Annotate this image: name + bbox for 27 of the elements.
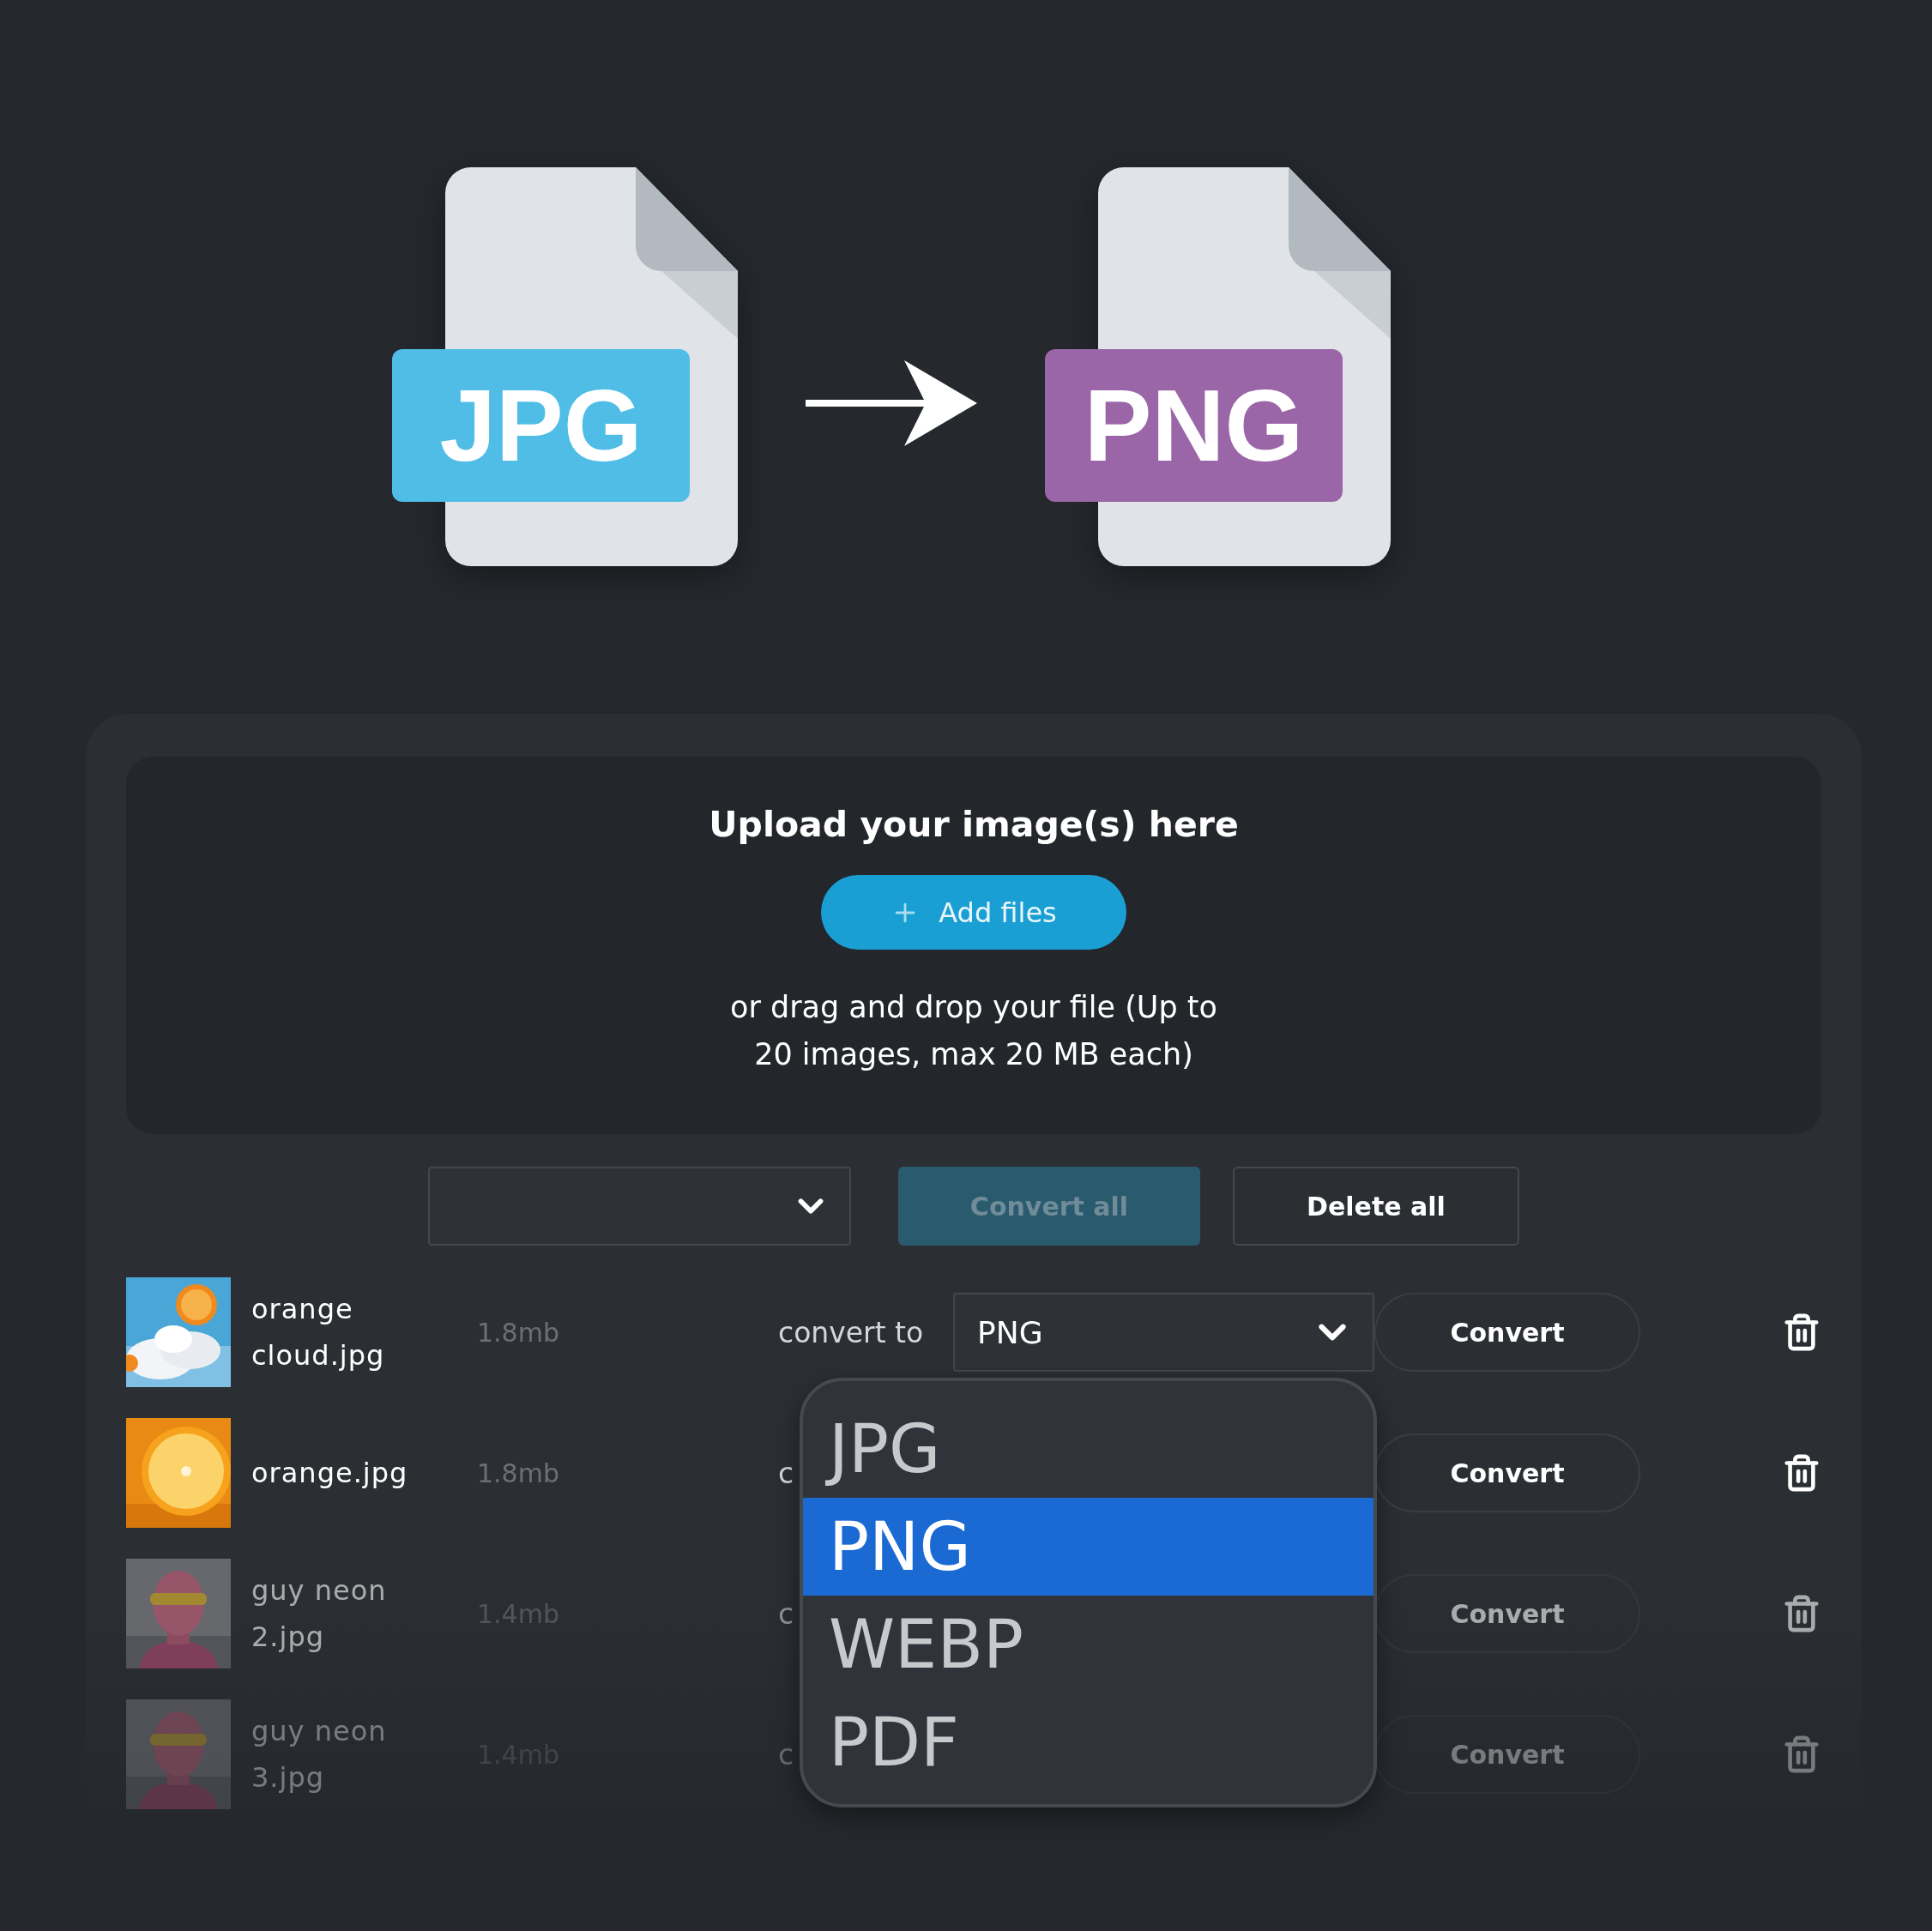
drop-zone[interactable]: Upload your image(s) here Add files or drag and drop your file (Up to 20 images, max 20 MB each) (126, 757, 1821, 1134)
menu-option[interactable]: WEBP (803, 1596, 1374, 1693)
trash-icon[interactable] (1782, 1312, 1821, 1352)
file-name: guy neon 3.jpg (251, 1714, 388, 1795)
file-name: orange.jpg (251, 1456, 409, 1491)
file-size: 1.8mb (477, 1317, 560, 1348)
trash-icon[interactable] (1782, 1453, 1821, 1493)
menu-option[interactable]: PDF (803, 1693, 1374, 1791)
arrow-icon (806, 360, 977, 446)
convert-label: convert to (777, 1315, 924, 1349)
format-select[interactable]: PNG (953, 1293, 1374, 1372)
menu-option[interactable]: JPG (803, 1400, 1374, 1498)
convert-label: c (777, 1737, 794, 1771)
format-badge: PNG (1045, 349, 1343, 502)
format-badge: JPG (392, 349, 690, 502)
drop-hint: 20 images, max 20 MB each) (753, 1036, 1194, 1073)
upload-title: Upload your image(s) here (709, 804, 1239, 845)
convert-button[interactable]: Convert (1374, 1293, 1640, 1372)
delete-all-button[interactable]: Delete all (1233, 1167, 1519, 1246)
file-size: 1.8mb (477, 1457, 560, 1488)
file-name: orange cloud.jpg (251, 1292, 386, 1373)
file-name: guy neon 2.jpg (251, 1573, 388, 1655)
menu-option[interactable]: PNG (803, 1498, 1374, 1596)
convert-label: c (777, 1456, 794, 1490)
convert-label: c (777, 1596, 794, 1631)
trash-icon[interactable] (1782, 1594, 1821, 1633)
drop-hint: or drag and drop your file (Up to (730, 989, 1217, 1026)
